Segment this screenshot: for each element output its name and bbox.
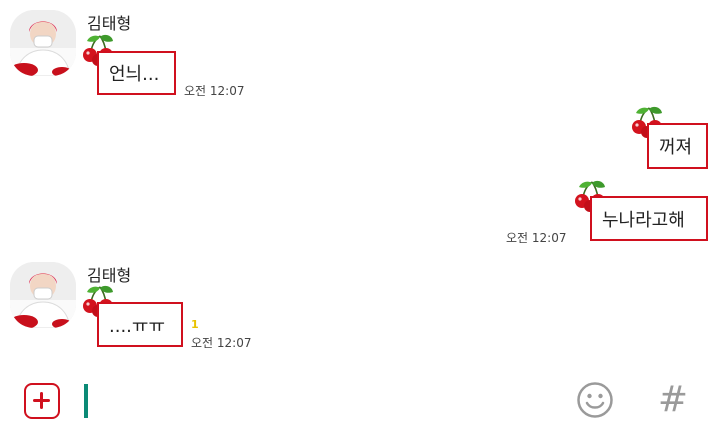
message-bubble[interactable]: 누나라고해: [590, 196, 708, 241]
plus-icon[interactable]: [24, 383, 60, 419]
message-bubble[interactable]: 언늬...: [97, 51, 176, 95]
sender-name: 김태형: [87, 14, 132, 33]
smiley-icon[interactable]: [576, 381, 614, 419]
message-time: 오전 12:07: [184, 84, 245, 98]
hash-icon[interactable]: #: [656, 380, 690, 420]
message-input[interactable]: [84, 384, 88, 418]
avatar[interactable]: [10, 262, 76, 328]
message-bubble[interactable]: 꺼져: [647, 123, 708, 169]
message-time: 오전 12:07: [191, 336, 252, 350]
sender-name: 김태형: [87, 266, 132, 285]
avatar[interactable]: [10, 10, 76, 76]
message-composer: #: [0, 366, 720, 442]
message-time: 오전 12:07: [506, 231, 567, 245]
message-bubble[interactable]: ....ㅠㅠ: [97, 302, 183, 347]
unread-count: 1: [191, 318, 199, 331]
